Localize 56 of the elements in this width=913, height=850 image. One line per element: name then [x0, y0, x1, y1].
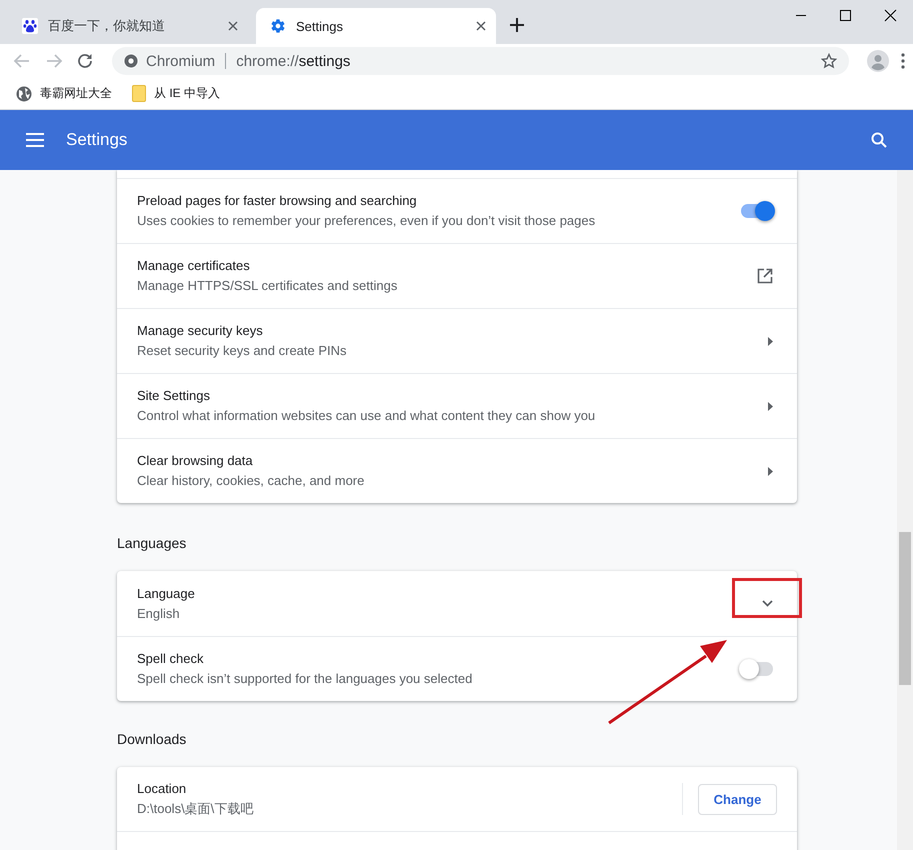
row-label: Preload pages for faster browsing and searching — [137, 192, 418, 210]
menu-icon[interactable] — [26, 133, 44, 147]
external-link-icon[interactable] — [757, 268, 773, 284]
row-label: Manage certificates — [137, 257, 251, 275]
triangle-right-icon[interactable] — [768, 402, 773, 410]
row-description: English — [137, 604, 181, 623]
reload-icon[interactable] — [76, 52, 94, 70]
row-label: Clear browsing data — [137, 452, 254, 470]
row-description: Clear history, cookies, cache, and more — [137, 472, 366, 490]
menu-icon[interactable] — [901, 53, 905, 69]
chromium-icon — [124, 54, 138, 68]
avatar-icon[interactable] — [867, 50, 889, 72]
settings-row[interactable]: Location D:\tools\桌面\下载吧 Change — [117, 767, 797, 832]
triangle-right-icon[interactable] — [768, 466, 773, 476]
settings-row[interactable]: Site Settings Control what information websites can use and what content they can show you — [117, 373, 797, 438]
row-description: Control what information websites can use and what content they can show you — [137, 407, 596, 425]
plus-icon[interactable] — [510, 18, 524, 32]
bookmark[interactable]: 从 IE 中导入 — [132, 85, 220, 102]
row-description: D:\tools\桌面\下载吧 — [137, 800, 254, 818]
highlight-frame — [732, 578, 802, 618]
settings-row[interactable]: Language English — [117, 571, 797, 636]
globe-icon — [16, 86, 32, 102]
settings-row[interactable]: Manage security keys Reset security keys and create PINs — [117, 308, 797, 373]
row-label: Location — [137, 780, 188, 798]
page-title: Settings — [66, 130, 128, 150]
triangle-right-icon[interactable] — [768, 336, 773, 346]
search-icon[interactable] — [871, 132, 887, 148]
settings-row[interactable]: Preload pages for faster browsing and searching Uses cookies to remember your preferences, even if you don’t visit those pages — [117, 178, 797, 243]
row-label: Language — [137, 584, 196, 603]
row-label: Site Settings — [137, 387, 211, 405]
close-icon[interactable] — [476, 21, 486, 31]
site-name: Chromium — [146, 52, 216, 70]
section-heading: Languages — [117, 534, 188, 553]
settings-row[interactable]: Clear browsing data Clear history, cookies, cache, and more — [117, 438, 797, 503]
folder-icon — [132, 85, 146, 102]
browser-tab[interactable]: Settings — [256, 8, 496, 44]
section-heading: Downloads — [117, 730, 188, 749]
row-description: Manage HTTPS/SSL certificates and settings — [137, 277, 398, 295]
row-label: Manage security keys — [137, 322, 264, 340]
url-text: chrome://settings — [236, 52, 352, 70]
settings-icon — [270, 18, 286, 34]
row-description: Reset security keys and create PINs — [137, 342, 348, 360]
address-bar[interactable]: Chromium chrome://settings — [112, 47, 849, 75]
paw-icon — [22, 18, 38, 34]
toggle-switch[interactable] — [741, 204, 773, 218]
star-icon[interactable] — [821, 53, 837, 69]
row-description: Spell check isn’t supported for the languages you selected — [137, 670, 474, 688]
scrollbar[interactable] — [897, 170, 913, 850]
chevron-down-icon[interactable] — [762, 600, 773, 607]
row-label: Spell check — [137, 650, 204, 668]
browser-tab[interactable]: 百度一下，你就知道 — [8, 8, 248, 44]
change-button[interactable]: Change — [698, 784, 777, 814]
row-description: Uses cookies to remember your preferences, even if you don’t visit those pages — [137, 212, 596, 230]
toggle-switch[interactable] — [741, 662, 773, 676]
settings-row[interactable]: Manage certificates Manage HTTPS/SSL certificates and settings — [117, 243, 797, 308]
bookmark[interactable]: 毒霸网址大全 — [16, 85, 112, 102]
